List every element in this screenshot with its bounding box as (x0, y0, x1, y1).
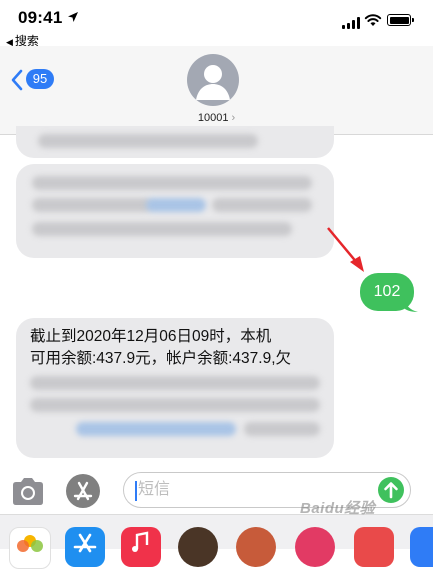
music-app-icon[interactable] (121, 527, 161, 567)
contact-name-button[interactable]: 10001 › (0, 112, 433, 124)
received-line-2: 可用余额:437.9元，帐户余额:437.9,欠 (30, 350, 291, 367)
red-arrow-annotation (327, 227, 364, 272)
conversation-header: 95 10001 › (0, 46, 433, 135)
blurred-text (212, 198, 312, 212)
blurred-text (244, 422, 320, 436)
blurred-link (76, 422, 236, 436)
blurred-text (38, 134, 258, 148)
location-arrow-icon (68, 12, 78, 22)
send-button[interactable] (378, 477, 404, 503)
blurred-text (30, 376, 320, 390)
signal-icon (342, 17, 360, 29)
watermark: Baidu经验 (300, 500, 376, 517)
wifi-icon (364, 14, 382, 26)
app-drawer (0, 514, 433, 569)
photos-app-icon[interactable] (9, 527, 51, 569)
app-icon[interactable] (410, 527, 433, 567)
status-bar: 09:41 ◀ 搜索 (0, 0, 433, 48)
camera-icon[interactable] (10, 474, 46, 508)
blurred-text (32, 198, 152, 212)
contact-name: 10001 (197, 112, 229, 124)
contact-avatar[interactable] (187, 54, 239, 106)
unread-count-badge[interactable]: 95 (26, 69, 54, 89)
battery-icon (387, 14, 411, 26)
music-icon (132, 531, 149, 552)
message-bubble-blurred (16, 164, 334, 258)
chevron-right-icon: › (231, 112, 236, 124)
blurred-text (32, 222, 292, 236)
photos-icon (17, 535, 43, 552)
message-bubble-blurred (16, 126, 334, 158)
chevron-left-icon[interactable] (10, 68, 24, 92)
memoji-sticker-icon[interactable] (178, 527, 218, 567)
blurred-link (146, 198, 206, 212)
status-time: 09:41 (18, 8, 63, 27)
received-message-bubble[interactable]: 截止到2020年12月06日09时，本机 可用余额:437.9元，帐户余额:43… (16, 318, 334, 458)
app-store-icon (73, 533, 97, 553)
send-arrow-icon (384, 482, 398, 499)
sticker-app-icon[interactable] (354, 527, 394, 567)
battery-tip (412, 18, 414, 22)
blurred-text (32, 176, 312, 190)
app-store-button[interactable] (66, 474, 100, 508)
fitness-sticker-icon[interactable] (295, 527, 335, 567)
text-caret (135, 481, 137, 501)
app-store-icon (73, 481, 93, 501)
blurred-text (30, 398, 320, 412)
bubble-tail (404, 298, 418, 312)
app-store-app-icon[interactable] (65, 527, 105, 567)
received-line-1: 截止到2020年12月06日09时，本机 (30, 328, 272, 345)
received-message-text: 截止到2020年12月06日09时，本机 可用余额:437.9元，帐户余额:43… (30, 326, 330, 370)
memoji-sticker-icon[interactable] (236, 527, 276, 567)
avatar-person-icon (196, 65, 230, 100)
